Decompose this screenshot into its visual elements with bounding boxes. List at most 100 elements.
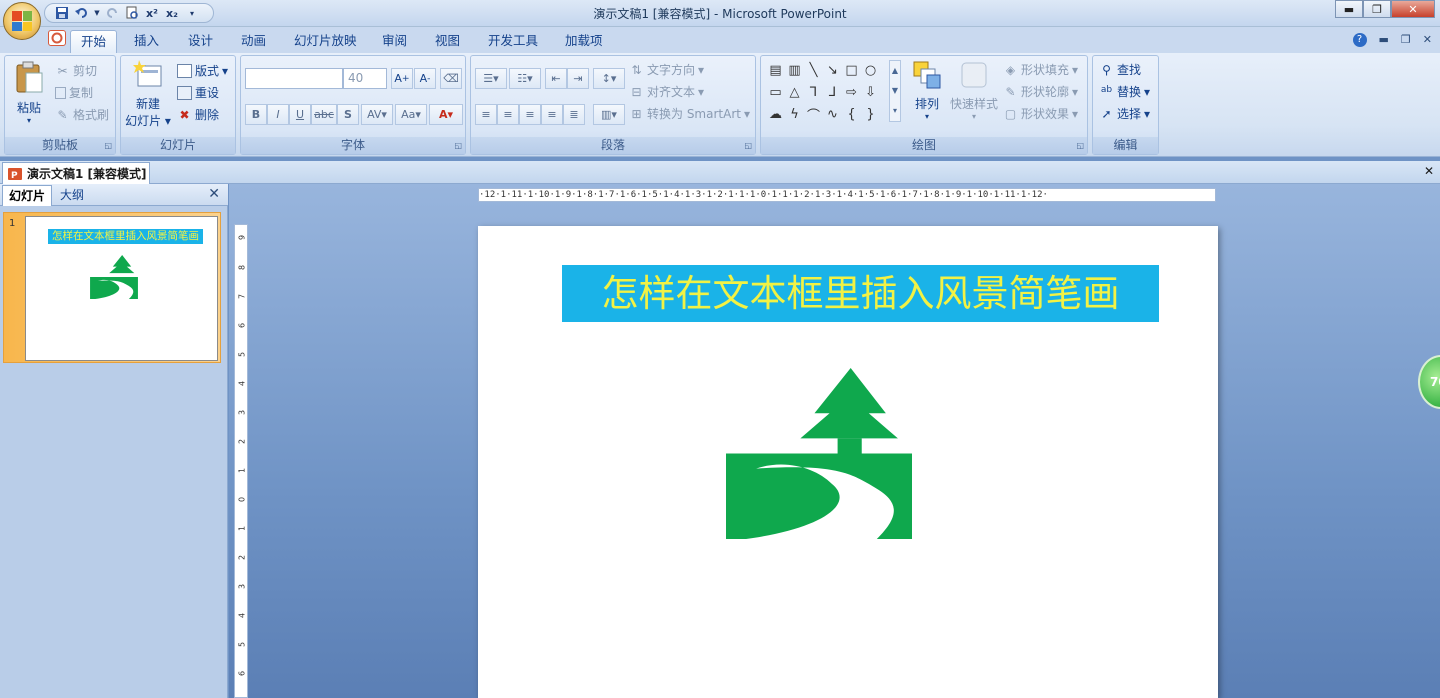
- shapes-gallery-scroll[interactable]: ▲ ▼ ▾: [889, 60, 901, 122]
- tab-slide-show[interactable]: 幻灯片放映: [284, 30, 367, 53]
- italic-button[interactable]: I: [267, 104, 289, 125]
- doc-close-icon[interactable]: ✕: [1423, 33, 1432, 47]
- quick-styles-button[interactable]: 快速样式 ▾: [949, 60, 999, 121]
- close-pane-icon[interactable]: ✕: [208, 186, 220, 202]
- paste-button[interactable]: 粘贴 ▾: [11, 60, 47, 125]
- vruler-label: 2: [237, 554, 247, 561]
- distributed-button[interactable]: ≣: [563, 104, 585, 125]
- arrange-button[interactable]: 排列 ▾: [907, 60, 947, 121]
- text-direction-button[interactable]: ⇅ 文字方向 ▾: [629, 61, 704, 78]
- copy-button[interactable]: 复制: [55, 84, 93, 101]
- tab-insert[interactable]: 插入: [124, 30, 169, 53]
- layout-button[interactable]: 版式 ▾: [177, 62, 228, 79]
- select-button[interactable]: ➚ 选择 ▾: [1099, 105, 1150, 122]
- doc-restore-icon[interactable]: ❐: [1401, 33, 1411, 47]
- shape-rectangle-icon[interactable]: □: [842, 61, 861, 79]
- shape-elbow-arrow-icon[interactable]: ⅃: [823, 83, 842, 101]
- tab-outline-pane[interactable]: 大纲: [54, 185, 90, 206]
- slide-thumbnail[interactable]: 怎样在文本框里插入风景简笔画: [25, 216, 218, 361]
- tab-review[interactable]: 审阅: [372, 30, 417, 53]
- app-menu-icon[interactable]: [48, 30, 66, 46]
- strikethrough-button[interactable]: abc: [311, 104, 337, 125]
- tab-developer[interactable]: 开发工具: [478, 30, 548, 53]
- shape-callout-icon[interactable]: ☁: [766, 105, 785, 123]
- grow-font-button[interactable]: A +: [391, 68, 413, 89]
- office-logo-icon: [12, 11, 32, 31]
- columns-button[interactable]: ▥▾: [593, 104, 625, 125]
- font-size-select[interactable]: 40: [343, 68, 387, 89]
- cut-button[interactable]: ✂ 剪切: [55, 62, 97, 79]
- shape-elbow-connector-icon[interactable]: ⅂: [804, 83, 823, 101]
- clipboard-launcher-icon[interactable]: ◱: [104, 141, 112, 150]
- shape-curve-icon[interactable]: ∿: [823, 105, 842, 123]
- paragraph-launcher-icon[interactable]: ◱: [744, 141, 752, 150]
- shape-lightning-icon[interactable]: ϟ: [785, 105, 804, 123]
- drawing-launcher-icon[interactable]: ◱: [1076, 141, 1084, 150]
- scissors-icon: ✂: [57, 63, 68, 78]
- char-spacing-button[interactable]: AV▾: [361, 104, 393, 125]
- slide-title-textbox[interactable]: 怎样在文本框里插入风景简笔画: [562, 265, 1159, 322]
- close-button[interactable]: ✕: [1391, 0, 1435, 18]
- doc-minimize-icon[interactable]: ▬: [1379, 33, 1389, 47]
- shrink-font-button[interactable]: A-: [414, 68, 436, 89]
- font-name-select[interactable]: [245, 68, 343, 89]
- shape-arc-icon[interactable]: ⌒: [804, 105, 823, 124]
- help-icon[interactable]: ?: [1352, 33, 1367, 47]
- tab-animations[interactable]: 动画: [231, 30, 276, 53]
- maximize-button[interactable]: ❐: [1363, 0, 1391, 18]
- convert-smartart-button[interactable]: ⊞ 转换为 SmartArt ▾: [629, 105, 750, 122]
- tab-slides-pane[interactable]: 幻灯片: [2, 185, 53, 206]
- font-launcher-icon[interactable]: ◱: [454, 141, 462, 150]
- align-left-button[interactable]: ≡: [475, 104, 497, 125]
- shape-down-arrow-icon[interactable]: ⇩: [861, 83, 880, 101]
- new-slide-button[interactable]: 新建 幻灯片 ▾: [125, 60, 171, 129]
- reset-button[interactable]: 重设: [177, 84, 219, 101]
- clear-formatting-icon[interactable]: ⌫: [440, 68, 462, 89]
- slide-thumbnail-selected[interactable]: 1 怎样在文本框里插入风景简笔画: [3, 212, 221, 363]
- shape-outline-button[interactable]: ✎ 形状轮廓 ▾: [1003, 83, 1078, 100]
- landscape-drawing[interactable]: [726, 368, 912, 539]
- increase-indent-button[interactable]: ⇥: [567, 68, 589, 89]
- numbering-button[interactable]: ☷▾: [509, 68, 541, 89]
- shape-vertical-textbox-icon[interactable]: ▥: [785, 61, 804, 79]
- justify-button[interactable]: ≡: [541, 104, 563, 125]
- tab-design[interactable]: 设计: [178, 30, 223, 53]
- font-color-button[interactable]: A▾: [429, 104, 463, 125]
- shape-fill-button[interactable]: ◈ 形状填充 ▾: [1003, 61, 1078, 78]
- document-tab[interactable]: P 演示文稿1 [兼容模式]: [2, 162, 150, 184]
- tab-home[interactable]: 开始: [70, 30, 118, 53]
- document-tab-title: 演示文稿1 [兼容模式]: [27, 167, 147, 181]
- shape-line-icon[interactable]: ╲: [804, 61, 823, 79]
- shape-right-brace-icon[interactable]: }: [861, 105, 880, 123]
- tab-addins[interactable]: 加载项: [555, 30, 613, 53]
- line-spacing-button[interactable]: ↕▾: [593, 68, 625, 89]
- align-right-button[interactable]: ≡: [519, 104, 541, 125]
- align-center-button[interactable]: ≡: [497, 104, 519, 125]
- vruler-label: 4: [237, 612, 247, 619]
- replace-button[interactable]: ab 替换 ▾: [1099, 83, 1150, 100]
- tab-view[interactable]: 视图: [425, 30, 470, 53]
- shape-textbox-icon[interactable]: ▤: [766, 61, 785, 79]
- find-button[interactable]: ⚲ 查找: [1099, 61, 1141, 78]
- align-text-button[interactable]: ⊟ 对齐文本 ▾: [629, 83, 704, 100]
- bold-button[interactable]: B: [245, 104, 267, 125]
- shape-rounded-rect-icon[interactable]: ▭: [766, 83, 785, 101]
- slide-canvas[interactable]: 怎样在文本框里插入风景简笔画: [478, 226, 1218, 698]
- delete-slide-button[interactable]: ✖ 删除: [177, 106, 219, 123]
- underline-button[interactable]: U: [289, 104, 311, 125]
- change-case-button[interactable]: Aa▾: [395, 104, 427, 125]
- close-document-icon[interactable]: ✕: [1424, 164, 1434, 178]
- shape-left-brace-icon[interactable]: {: [842, 105, 861, 123]
- shadow-button[interactable]: S: [337, 104, 359, 125]
- format-painter-button[interactable]: ✎ 格式刷: [55, 106, 109, 123]
- office-button[interactable]: [3, 2, 41, 40]
- shape-effects-button[interactable]: ▢ 形状效果 ▾: [1003, 105, 1078, 122]
- shape-arrow-line-icon[interactable]: ↘: [823, 61, 842, 79]
- minimize-button[interactable]: ▬: [1335, 0, 1363, 18]
- decrease-indent-button[interactable]: ⇤: [545, 68, 567, 89]
- shape-oval-icon[interactable]: ○: [861, 61, 880, 79]
- shape-triangle-icon[interactable]: △: [785, 83, 804, 101]
- reset-icon: [177, 85, 192, 100]
- shape-right-arrow-icon[interactable]: ⇨: [842, 83, 861, 101]
- bullets-button[interactable]: ☰▾: [475, 68, 507, 89]
